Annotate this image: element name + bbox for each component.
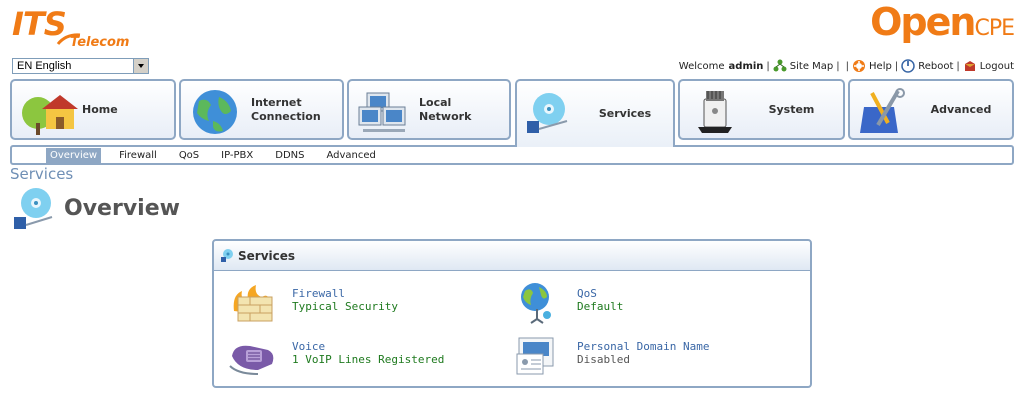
separator: |: [766, 60, 770, 72]
service-firewall[interactable]: Firewall Typical Security: [228, 281, 508, 325]
service-voice-name[interactable]: Voice: [292, 340, 325, 353]
services-small-icon: [221, 249, 233, 262]
panel-title: Services: [238, 249, 296, 263]
service-qos-name[interactable]: QoS: [577, 287, 597, 300]
opencpe-open-text: Open: [870, 0, 976, 44]
services-panel: Services Firewall Typical Security QoS D…: [212, 239, 812, 388]
current-user: admin: [728, 60, 764, 72]
help-lifebuoy-icon: [853, 60, 866, 72]
logout-box-icon: [964, 61, 975, 71]
voip-phone-icon: [229, 345, 274, 375]
network-icon: [358, 92, 406, 132]
tab-internet-connection[interactable]: Internet Connection: [179, 79, 344, 140]
subtab-ddns[interactable]: DDNS: [264, 148, 315, 164]
tab-local-network-label: Local Network: [419, 95, 472, 123]
service-qos[interactable]: QoS Default: [513, 281, 793, 325]
firewall-icon: [233, 285, 273, 322]
services-disc-icon: [14, 188, 53, 229]
help-link[interactable]: Help: [852, 59, 892, 73]
top-links-bar: Welcome admin | Site Map | | Help | Rebo…: [679, 58, 1014, 74]
services-disc-icon: [527, 93, 568, 133]
tab-advanced-label: Advanced: [930, 102, 992, 116]
reboot-link[interactable]: Reboot: [901, 59, 953, 73]
chevron-down-icon[interactable]: [133, 59, 148, 73]
separator: |: [894, 60, 899, 72]
tab-system[interactable]: System: [678, 79, 845, 140]
site-map-label: Site Map: [789, 60, 834, 72]
tab-home-label: Home: [82, 102, 118, 116]
site-map-link[interactable]: Site Map: [773, 59, 833, 73]
house-icon: [22, 95, 78, 135]
service-voice[interactable]: Voice 1 VoIP Lines Registered: [228, 334, 508, 378]
service-personal-domain-name[interactable]: Personal Domain Name Disabled: [513, 334, 793, 378]
language-selected-value: EN English: [17, 60, 72, 72]
router-icon: [698, 91, 732, 133]
language-select[interactable]: EN English: [12, 58, 149, 74]
service-firewall-name[interactable]: Firewall: [292, 287, 345, 300]
subtab-qos[interactable]: QoS: [168, 148, 210, 164]
tab-local-network[interactable]: Local Network: [347, 79, 511, 140]
logout-link[interactable]: Logout: [963, 59, 1014, 73]
logout-label: Logout: [979, 60, 1014, 72]
domain-card-icon: [516, 337, 554, 375]
main-nav: Home Internet Connection Local Network S…: [10, 79, 1014, 147]
subtab-firewall[interactable]: Firewall: [108, 148, 168, 164]
service-personal-domain-name-name[interactable]: Personal Domain Name: [577, 340, 709, 353]
tab-advanced[interactable]: Advanced: [848, 79, 1014, 140]
site-map-icon: [773, 59, 787, 72]
page-title: Overview: [64, 196, 180, 221]
breadcrumb: Services: [10, 165, 74, 183]
qos-globe-icon: [521, 283, 551, 324]
sub-nav: Overview Firewall QoS IP-PBX DDNS Advanc…: [10, 145, 1014, 165]
reboot-label: Reboot: [918, 60, 954, 72]
subtab-advanced[interactable]: Advanced: [316, 148, 387, 164]
telecom-logo-text: Telecom: [70, 35, 130, 50]
tab-services-label: Services: [598, 107, 652, 120]
opencpe-logo: OpenCPE: [870, 0, 1015, 46]
separator: |: [845, 60, 850, 72]
service-qos-status: Default: [577, 300, 624, 313]
service-personal-domain-name-status: Disabled: [577, 353, 630, 366]
tab-services[interactable]: Services: [515, 79, 675, 147]
tab-internet-connection-label: Internet Connection: [251, 95, 321, 123]
subtab-ip-pbx[interactable]: IP-PBX: [210, 148, 264, 164]
its-telecom-logo: ITS Telecom: [12, 6, 132, 52]
welcome-text: Welcome: [678, 60, 725, 72]
power-icon: [901, 59, 915, 73]
tools-icon: [860, 88, 905, 133]
service-voice-status: 1 VoIP Lines Registered: [292, 353, 445, 366]
separator: |: [956, 60, 960, 72]
panel-header: Services: [214, 241, 810, 271]
globe-icon: [193, 90, 237, 134]
tab-home[interactable]: Home: [10, 79, 176, 140]
service-firewall-status: Typical Security: [292, 300, 398, 313]
opencpe-cpe-text: CPE: [974, 16, 1015, 41]
subtab-overview[interactable]: Overview: [46, 148, 102, 164]
tab-system-label: System: [768, 102, 815, 116]
separator: |: [836, 60, 840, 72]
help-label: Help: [869, 60, 892, 72]
